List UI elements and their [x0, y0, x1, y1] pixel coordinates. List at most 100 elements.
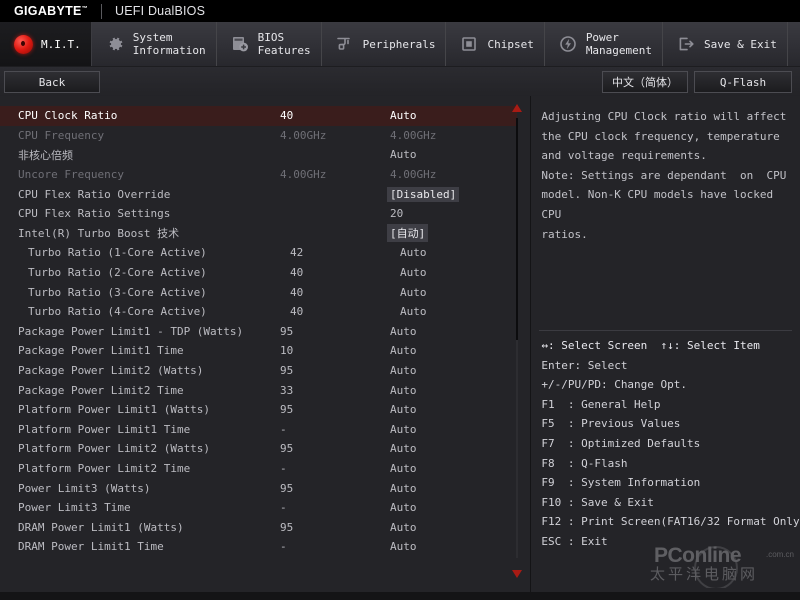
- settings-pane: CPU Clock Ratio 40 Auto CPU Frequency 4.00GH…: [0, 96, 532, 592]
- setting-option-value[interactable]: Auto: [390, 364, 417, 377]
- setting-option-value[interactable]: Auto: [400, 286, 427, 299]
- settings-row[interactable]: Platform Power Limit1 Time - Auto: [0, 420, 517, 440]
- brand-divider: [101, 3, 102, 19]
- setting-option-cell[interactable]: Auto: [390, 384, 517, 397]
- setting-option-value[interactable]: 4.00GHz: [390, 168, 436, 181]
- setting-option-value[interactable]: [Disabled]: [387, 186, 460, 202]
- setting-option-value[interactable]: Auto: [390, 344, 417, 357]
- setting-option-cell[interactable]: Auto: [390, 462, 517, 475]
- setting-option-value[interactable]: Auto: [390, 325, 417, 338]
- setting-option-cell[interactable]: Auto: [390, 482, 517, 495]
- setting-option-value[interactable]: Auto: [390, 442, 417, 455]
- setting-option-cell[interactable]: Auto: [400, 286, 517, 299]
- setting-option-cell[interactable]: 4.00GHz: [390, 168, 517, 181]
- settings-row[interactable]: Package Power Limit1 Time 10 Auto: [0, 341, 517, 361]
- setting-option-value[interactable]: Auto: [390, 521, 417, 534]
- setting-option-cell[interactable]: 4.00GHz: [390, 129, 517, 142]
- setting-option-value[interactable]: Auto: [390, 423, 417, 436]
- secondary-toolbar: Back 中文（简体） Q-Flash: [0, 67, 800, 98]
- settings-row[interactable]: Power Limit3 Time - Auto: [0, 498, 517, 518]
- setting-option-cell[interactable]: [自动]: [387, 224, 517, 243]
- setting-option-cell[interactable]: Auto: [390, 501, 517, 514]
- setting-current-value: 95: [280, 442, 294, 456]
- toolbar-right-group: 中文（简体） Q-Flash: [602, 71, 792, 93]
- tab-power-management[interactable]: Power Management: [545, 22, 664, 66]
- setting-option-cell[interactable]: Auto: [400, 305, 517, 318]
- setting-option-cell[interactable]: Auto: [400, 266, 517, 279]
- setting-option-value[interactable]: 4.00GHz: [390, 129, 436, 142]
- settings-row[interactable]: CPU Flex Ratio Override [Disabled]: [0, 184, 517, 204]
- tab-m-i-t[interactable]: M.I.T.: [0, 22, 92, 66]
- setting-option-value[interactable]: Auto: [390, 482, 417, 495]
- settings-scrollbar[interactable]: [510, 100, 524, 582]
- setting-current-value: 40: [290, 305, 304, 319]
- setting-option-value[interactable]: Auto: [390, 148, 417, 161]
- tab-label: Peripherals: [362, 37, 436, 51]
- setting-option-value[interactable]: [自动]: [387, 224, 429, 243]
- setting-option-cell[interactable]: Auto: [390, 148, 517, 161]
- setting-option-value[interactable]: Auto: [390, 403, 417, 416]
- setting-option-cell[interactable]: Auto: [390, 423, 517, 436]
- settings-row[interactable]: DRAM Power Limit1 Time - Auto: [0, 537, 517, 557]
- scrollbar-thumb[interactable]: [516, 118, 519, 340]
- settings-row[interactable]: DRAM Power Limit1 (Watts) 95 Auto: [0, 517, 517, 537]
- tab-label: Chipset: [487, 37, 534, 51]
- settings-row[interactable]: Package Power Limit2 (Watts) 95 Auto: [0, 361, 517, 381]
- back-button[interactable]: Back: [4, 71, 100, 93]
- settings-row[interactable]: Package Power Limit2 Time 33 Auto: [0, 380, 517, 400]
- setting-option-cell[interactable]: Auto: [390, 325, 517, 338]
- setting-option-cell[interactable]: Auto: [390, 521, 517, 534]
- qflash-button[interactable]: Q-Flash: [694, 71, 792, 93]
- setting-option-value[interactable]: Auto: [390, 540, 417, 553]
- language-button[interactable]: 中文（简体）: [602, 71, 688, 93]
- setting-option-cell[interactable]: Auto: [390, 109, 517, 122]
- setting-option-value[interactable]: Auto: [390, 384, 417, 397]
- settings-row[interactable]: Platform Power Limit1 (Watts) 95 Auto: [0, 400, 517, 420]
- setting-label: DRAM Power Limit1 Time: [18, 540, 164, 554]
- settings-row[interactable]: Turbo Ratio (3-Core Active) 40 Auto: [0, 282, 517, 302]
- setting-label: CPU Frequency: [18, 128, 105, 142]
- scroll-down-arrow-icon[interactable]: [512, 570, 523, 578]
- tab-save-exit[interactable]: Save & Exit: [663, 22, 788, 66]
- chipset-icon: [458, 33, 480, 55]
- settings-row[interactable]: 非核心倍频 Auto: [0, 145, 517, 165]
- settings-row[interactable]: Package Power Limit1 - TDP (Watts) 95 Auto: [0, 322, 517, 342]
- setting-option-cell[interactable]: Auto: [390, 364, 517, 377]
- setting-option-value[interactable]: Auto: [390, 462, 417, 475]
- settings-row[interactable]: Power Limit3 (Watts) 95 Auto: [0, 478, 517, 498]
- setting-option-value[interactable]: Auto: [400, 246, 427, 259]
- setting-option-value[interactable]: Auto: [400, 266, 427, 279]
- settings-row[interactable]: Turbo Ratio (2-Core Active) 40 Auto: [0, 263, 517, 283]
- setting-option-cell[interactable]: Auto: [390, 344, 517, 357]
- setting-option-cell[interactable]: Auto: [400, 246, 517, 259]
- setting-option-value[interactable]: Auto: [390, 109, 417, 122]
- tab-peripherals[interactable]: Peripherals: [322, 22, 447, 66]
- setting-option-cell[interactable]: [Disabled]: [387, 186, 517, 202]
- setting-option-cell[interactable]: Auto: [390, 540, 517, 553]
- scroll-up-arrow-icon[interactable]: [512, 104, 523, 112]
- settings-row[interactable]: Platform Power Limit2 (Watts) 95 Auto: [0, 439, 517, 459]
- setting-label: Turbo Ratio (3-Core Active): [28, 285, 207, 299]
- settings-row[interactable]: Turbo Ratio (4-Core Active) 40 Auto: [0, 302, 517, 322]
- settings-row[interactable]: Uncore Frequency 4.00GHz 4.00GHz: [0, 165, 517, 185]
- settings-row[interactable]: CPU Flex Ratio Settings 20: [0, 204, 517, 224]
- tab-chipset[interactable]: Chipset: [446, 22, 545, 66]
- setting-option-value[interactable]: Auto: [390, 501, 417, 514]
- setting-option-cell[interactable]: 20: [390, 207, 517, 220]
- tab-bios-features[interactable]: BIOS Features: [217, 22, 322, 66]
- settings-row[interactable]: CPU Frequency 4.00GHz 4.00GHz: [0, 126, 517, 146]
- setting-option-value[interactable]: Auto: [400, 305, 427, 318]
- settings-row[interactable]: Turbo Ratio (1-Core Active) 42 Auto: [0, 243, 517, 263]
- setting-label: CPU Clock Ratio: [18, 109, 118, 123]
- setting-current-value: -: [280, 461, 287, 475]
- tab-system-information[interactable]: System Information: [92, 22, 217, 66]
- settings-row-selected[interactable]: CPU Clock Ratio 40 Auto: [0, 106, 517, 126]
- setting-label: CPU Flex Ratio Settings: [18, 207, 171, 221]
- setting-option-cell[interactable]: Auto: [390, 403, 517, 416]
- settings-row[interactable]: Platform Power Limit2 Time - Auto: [0, 459, 517, 479]
- setting-option-cell[interactable]: Auto: [390, 442, 517, 455]
- settings-row[interactable]: Intel(R) Turbo Boost 技术 [自动]: [0, 224, 517, 244]
- setting-option-value[interactable]: 20: [390, 207, 403, 220]
- key-legend: ↔: Select Screen ↑↓: Select Item Enter: S…: [541, 336, 800, 552]
- setting-label: Uncore Frequency: [18, 168, 124, 182]
